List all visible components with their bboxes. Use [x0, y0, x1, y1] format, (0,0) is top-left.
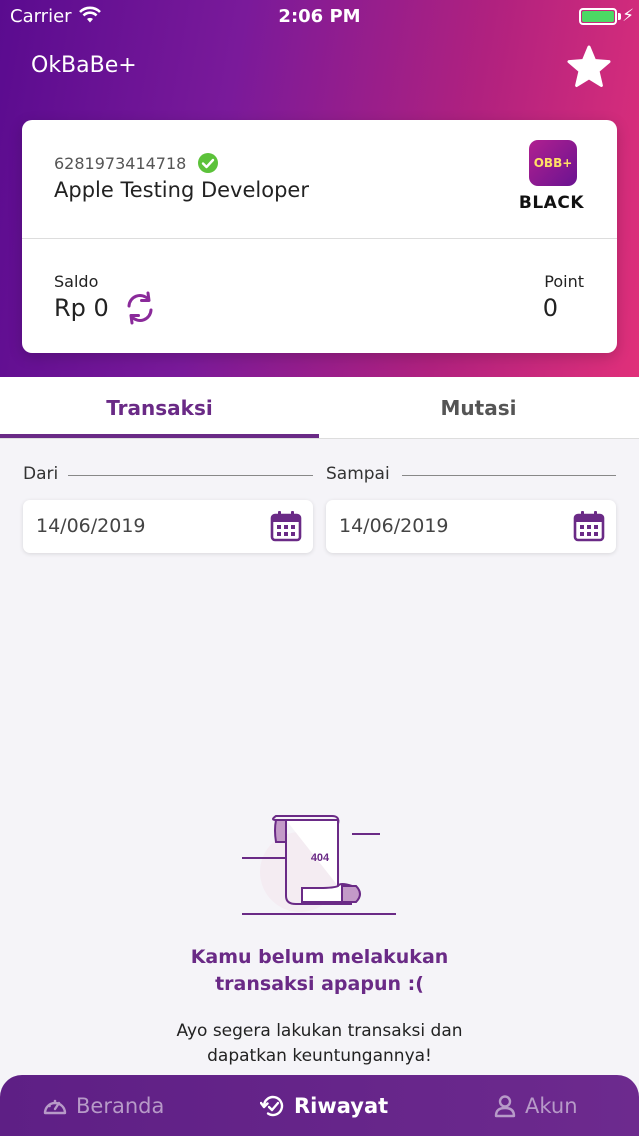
nav-akun-label: Akun: [525, 1093, 578, 1118]
battery-icon: [579, 8, 617, 25]
empty-subtitle-line2: dapatkan keuntungannya!: [207, 1046, 432, 1066]
to-label: Sampai: [326, 464, 398, 484]
history-icon: [260, 1095, 284, 1116]
nav-beranda-label: Beranda: [76, 1093, 165, 1118]
phone-number: 6281973414718: [54, 154, 187, 173]
saldo-value: Rp 0: [54, 294, 109, 322]
bottom-nav: Beranda Riwayat Akun: [0, 1075, 639, 1136]
speedometer-icon: [43, 1099, 67, 1114]
charging-icon: ⚡: [622, 6, 634, 26]
verified-icon: [198, 153, 218, 173]
nav-beranda[interactable]: Beranda: [42, 1075, 164, 1136]
account-name: Apple Testing Developer: [54, 178, 309, 202]
empty-title: Kamu belum melakukan transaksi apapun :(: [0, 944, 639, 998]
user-icon: [494, 1094, 516, 1117]
from-label-line: [68, 475, 313, 476]
to-date-value: 14/06/2019: [339, 515, 449, 537]
from-date-field[interactable]: 14/06/2019: [23, 500, 313, 553]
status-bar: Carrier 2:06 PM ⚡: [0, 0, 639, 34]
empty-subtitle: Ayo segera lakukan transaksi dan dapatka…: [0, 1019, 639, 1069]
battery-cap: [618, 13, 621, 20]
from-date-value: 14/06/2019: [36, 515, 146, 537]
tab-transaksi[interactable]: Transaksi: [0, 377, 319, 439]
tab-indicator: [0, 434, 319, 438]
star-icon[interactable]: [566, 45, 612, 89]
refresh-icon[interactable]: [123, 291, 157, 325]
point-value: 0: [542, 294, 558, 322]
membership-tier: BLACK: [518, 193, 584, 213]
app-title: OkBaBe+: [31, 53, 137, 78]
badge-text: OBB+: [533, 156, 573, 170]
empty-title-line2: transaksi apapun :(: [215, 973, 424, 995]
to-date-field[interactable]: 14/06/2019: [326, 500, 616, 553]
card-divider: [22, 238, 617, 239]
empty-code: 404: [311, 852, 330, 864]
point-label: Point: [544, 272, 584, 291]
empty-title-line1: Kamu belum melakukan: [190, 946, 449, 968]
nav-akun[interactable]: Akun: [493, 1075, 578, 1136]
calendar-icon[interactable]: [573, 510, 605, 542]
account-card: 6281973414718 Apple Testing Developer OB…: [22, 120, 617, 353]
from-label: Dari: [23, 464, 67, 484]
saldo-label: Saldo: [54, 272, 99, 291]
empty-receipt-icon: 404: [242, 815, 396, 915]
to-label-line: [402, 475, 616, 476]
calendar-icon[interactable]: [270, 510, 302, 542]
membership-badge-icon: OBB+: [529, 140, 577, 186]
tab-mutasi[interactable]: Mutasi: [319, 377, 638, 439]
clock: 2:06 PM: [278, 6, 361, 27]
nav-riwayat-label: Riwayat: [294, 1093, 389, 1118]
empty-subtitle-line1: Ayo segera lakukan transaksi dan: [176, 1021, 463, 1041]
tab-bar: Transaksi Mutasi: [0, 377, 639, 439]
nav-riwayat[interactable]: Riwayat: [260, 1075, 388, 1136]
